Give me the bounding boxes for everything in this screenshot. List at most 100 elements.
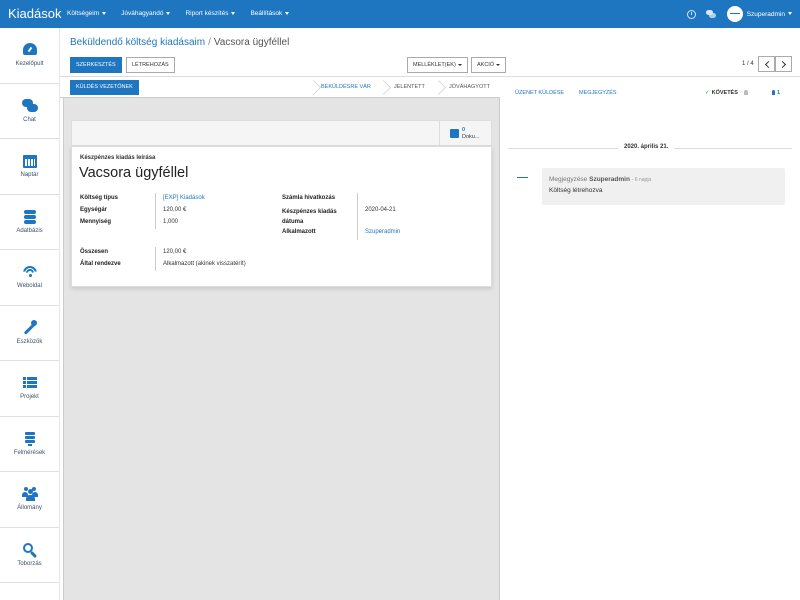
search-icon <box>22 542 38 558</box>
field-divider <box>155 247 156 271</box>
app-sidebar: Kezelőpult Chat Naptár Adatbázis Webolda… <box>0 28 60 600</box>
field-value-paid-by: Alkalmazott (akinek visszatérít) <box>163 261 246 267</box>
sidebar-item-label: Felmérések <box>13 449 46 456</box>
status-step-waiting[interactable]: Beküldésre vár <box>321 77 371 98</box>
followers-count: 1 <box>777 90 781 96</box>
field-value-employee[interactable]: Szuperadmin <box>365 229 400 235</box>
chatter-panel: Üzenet küldése Megjegyzés ✓ Követés 1 202… <box>500 77 800 600</box>
calendar-icon <box>22 153 38 168</box>
chatter-message: Megjegyzése Szuperadmin - 6 napja Költsé… <box>542 168 785 205</box>
message-author-avatar[interactable] <box>517 173 529 183</box>
pager-next-button[interactable] <box>775 56 792 72</box>
database-icon <box>22 209 38 224</box>
list-icon <box>22 375 38 390</box>
caret-down-icon <box>231 11 236 15</box>
menu-to-approve[interactable]: Jóváhagyandó <box>121 10 171 17</box>
sidebar-item-tools[interactable]: Eszközök <box>0 306 59 361</box>
user-avatar[interactable] <box>726 6 743 22</box>
message-author[interactable]: Szuperadmin <box>589 176 630 183</box>
field-value-unit-price: 120,00 € <box>163 207 187 213</box>
messages-icon[interactable] <box>705 10 716 18</box>
field-value-total: 120,00 € <box>163 249 187 255</box>
documents-count: 0 <box>462 127 466 133</box>
menu-label: Költségeim <box>67 10 100 17</box>
top-navbar: Kiadások Költségeim Jóváhagyandó Riport … <box>0 0 800 28</box>
documents-label: Doku... <box>462 134 480 140</box>
field-label-invoice-ref: Számla hivatkozás <box>282 195 336 201</box>
main-content: Beküldendő költség kiadásaim / Vacsora ügy… <box>60 28 800 600</box>
sidebar-item-website[interactable]: Weboldal <box>0 250 59 306</box>
menu-label: Riport készítés <box>185 10 229 17</box>
caret-down-icon <box>285 11 290 15</box>
caret-down-icon <box>788 12 792 16</box>
sidebar-item-label: Projekt <box>20 394 39 400</box>
message-time: - 6 napja <box>631 177 652 183</box>
statusbar: Küldés vezetőnek Beküldésre vár Jelentet… <box>60 77 500 98</box>
sidebar-item-label: Eszközök <box>16 338 43 345</box>
message-body: Költség létrehozva <box>549 187 603 194</box>
sidebar-item-employees[interactable]: Állomány <box>0 472 59 528</box>
action-dropdown[interactable]: Akció <box>471 57 507 73</box>
status-step-approved[interactable]: Jóváhagyott <box>449 77 490 98</box>
caret-down-icon <box>166 11 171 15</box>
wifi-icon <box>22 264 38 279</box>
field-value-expense-type[interactable]: [EXP] Kiadások <box>163 195 205 201</box>
follow-button[interactable]: ✓ Követés <box>705 90 748 96</box>
breadcrumb-parent-link[interactable]: Beküldendő költség kiadásaim <box>70 37 205 48</box>
action-label: Akció <box>477 62 495 68</box>
menu-label: Beállítások <box>250 10 283 17</box>
documents-smart-button[interactable]: 0 Doku... <box>439 121 491 146</box>
sidebar-item-dashboard[interactable]: Kezelőpult <box>0 28 59 84</box>
survey-icon <box>22 431 38 446</box>
menu-label: Jóváhagyandó <box>121 10 164 17</box>
status-divider <box>435 77 443 98</box>
send-to-manager-button[interactable]: Küldés vezetőnek <box>70 80 139 95</box>
followers-button[interactable]: 1 <box>772 90 780 96</box>
date-separator-label: 2020. április 21. <box>618 144 675 150</box>
app-title[interactable]: Kiadások <box>8 6 61 21</box>
create-button[interactable]: Létrehozás <box>126 57 175 73</box>
menu-my-expenses[interactable]: Költségeim <box>67 10 107 17</box>
breadcrumb-separator: / <box>208 37 211 48</box>
activity-clock-icon[interactable] <box>686 9 696 19</box>
sidebar-item-label: Toborzás <box>17 560 42 567</box>
button-box: 0 Doku... <box>71 120 492 146</box>
log-note-tab[interactable]: Megjegyzés <box>579 90 617 96</box>
status-step-reported[interactable]: Jelentett <box>394 77 425 98</box>
top-menu: Költségeim Jóváhagyandó Riport készítés … <box>67 10 304 17</box>
message-header: Megjegyzése Szuperadmin - 6 napja <box>549 176 651 183</box>
sidebar-item-label: Chat <box>23 116 36 123</box>
send-message-tab[interactable]: Üzenet küldése <box>515 90 564 96</box>
field-divider <box>155 193 156 229</box>
dashboard-icon <box>22 42 38 57</box>
attachments-dropdown[interactable]: Melléklet(ek) <box>407 57 468 73</box>
sidebar-item-database[interactable]: Adatbázis <box>0 195 59 250</box>
check-icon: ✓ <box>705 90 710 96</box>
sidebar-item-label: Állomány <box>17 505 42 511</box>
field-label-total: Összesen <box>80 249 109 255</box>
message-prefix: Megjegyzése <box>549 176 588 183</box>
form-sheet: Készpénzes kiadás leírása Vacsora ügyfél… <box>71 146 492 287</box>
menu-settings[interactable]: Beállítások <box>250 10 290 17</box>
follow-label: Követés <box>711 90 738 96</box>
sidebar-item-label: Weboldal <box>17 283 42 289</box>
sidebar-item-project[interactable]: Projekt <box>0 361 59 417</box>
menu-reporting[interactable]: Riport készítés <box>185 10 236 17</box>
field-value-quantity: 1,000 <box>163 219 179 225</box>
user-menu[interactable]: Szuperadmin <box>747 11 792 18</box>
sidebar-item-recruitment[interactable]: Toborzás <box>0 528 59 583</box>
field-divider <box>357 193 358 240</box>
attachments-label: Melléklet(ek) <box>413 62 456 68</box>
pager-previous-button[interactable] <box>758 56 775 72</box>
expense-title: Vacsora ügyféllel <box>79 165 189 181</box>
sidebar-item-chat[interactable]: Chat <box>0 84 59 139</box>
sidebar-item-surveys[interactable]: Felmérések <box>0 417 59 472</box>
edit-button[interactable]: Szerkesztés <box>70 57 122 73</box>
field-label-unit-price: Egységár <box>80 207 108 213</box>
status-divider <box>310 77 318 98</box>
field-value-expense-date: 2020-04-21 <box>365 207 396 213</box>
status-divider <box>380 77 388 98</box>
sidebar-item-calendar[interactable]: Naptár <box>0 139 59 195</box>
field-label-quantity: Mennyiség <box>80 219 112 225</box>
bell-icon[interactable] <box>743 90 748 96</box>
